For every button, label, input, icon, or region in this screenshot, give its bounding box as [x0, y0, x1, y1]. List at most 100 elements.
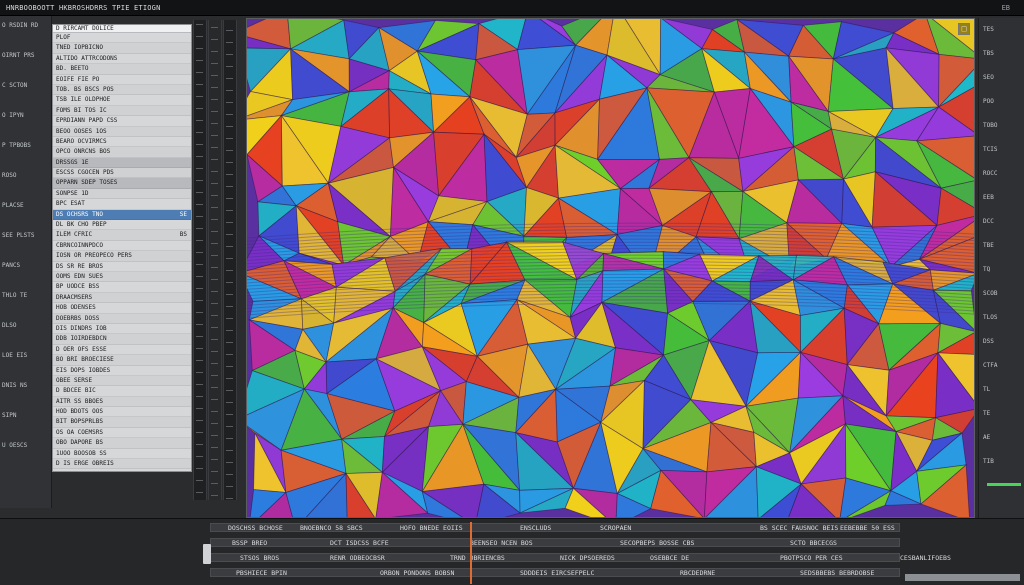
timeline-clip-label[interactable]: EEBEBBE 50 ESS — [840, 524, 895, 532]
list-item[interactable]: ILEM CFRIC BS — [53, 230, 191, 241]
timeline-clip-label[interactable]: SECOPBEPS BOSSE CBS — [620, 539, 694, 547]
list-item[interactable]: SONPSE 1D — [53, 188, 191, 200]
rail-item[interactable]: THLO TE — [2, 292, 27, 299]
list-item[interactable]: PLOF — [53, 33, 191, 44]
timeline-clip-label[interactable]: NICK DPSOEREDS — [560, 554, 615, 562]
rail-item[interactable]: SEE PLSTS — [2, 232, 35, 239]
list-item[interactable]: TSB ILE OLDPHOE — [53, 95, 191, 106]
list-item[interactable]: BEARO OCVIRMCS — [53, 137, 191, 148]
list-item[interactable]: IOSN OR PREOPECO PERS — [53, 251, 191, 262]
list-item[interactable]: BPC ESAT — [53, 199, 191, 210]
list-item[interactable]: TOB. BS BSCS POS — [53, 84, 191, 96]
property-item[interactable]: TE — [983, 410, 990, 417]
list-item[interactable]: BO BRI BROECIESE — [53, 355, 191, 366]
canvas-expand-icon[interactable]: □ — [958, 23, 970, 35]
rail-item[interactable]: O IPYN — [2, 112, 24, 119]
rail-item[interactable]: P TPBOBS — [2, 142, 31, 149]
timeline-clip-label[interactable]: DCT ISDCSS BCFE — [330, 539, 389, 547]
timeline-clip-label[interactable]: RENR ODBEOCBSR — [330, 554, 385, 562]
property-item[interactable]: ROCC — [983, 170, 997, 177]
list-item[interactable]: OS OA COEMSRS — [53, 428, 191, 439]
timeline-panel[interactable]: DOSCHSS BCHOSE BNOEBNCO 58 SBCS HOFO BNEDE… — [0, 518, 1024, 585]
list-item[interactable]: DOEBRBS DOSS — [53, 313, 191, 324]
property-item[interactable]: TOBO — [983, 122, 997, 129]
timeline-clip-label[interactable]: DOSCHSS BCHOSE — [228, 524, 283, 532]
list-item[interactable]: DRSSGS 1E — [53, 157, 191, 169]
rail-item[interactable]: PANCS — [2, 262, 20, 269]
property-item[interactable]: TES — [983, 26, 994, 33]
timeline-clip-label[interactable]: SEDSBBEBS BEBRDOBSE — [800, 569, 874, 577]
system-label[interactable]: EB — [1002, 4, 1010, 12]
property-item[interactable]: AE — [983, 434, 990, 441]
list-item[interactable]: DRAACMSERS — [53, 292, 191, 304]
list-item[interactable]: OPCO ONRCNS BOS — [53, 147, 191, 158]
list-item[interactable]: BP UODCE BSS — [53, 282, 191, 293]
property-item[interactable]: TL — [983, 386, 990, 393]
timeline-clip-label[interactable]: PBOTPSCO PER CES — [780, 554, 843, 562]
rail-item[interactable]: U OESCS — [2, 442, 27, 449]
list-item[interactable]: OPPARN SDEP TOSES — [53, 178, 191, 189]
list-item[interactable]: EIS DOPS IOBDES — [53, 366, 191, 376]
list-item[interactable]: BIT BOPSPRLBS — [53, 417, 191, 428]
timeline-clip-label[interactable]: SDDDEIS EIRCSEFPELC — [520, 569, 594, 577]
list-item[interactable]: HOB ODENSES — [53, 303, 191, 314]
rail-item[interactable]: O RSDIN RD — [2, 22, 38, 29]
timeline-clip-label[interactable]: SCTO BBCECGS — [790, 539, 837, 547]
property-item[interactable]: EEB — [983, 194, 994, 201]
property-item[interactable]: TBS — [983, 50, 994, 57]
polygon-artwork[interactable] — [247, 19, 974, 517]
ruler-strip-3[interactable] — [223, 20, 237, 500]
property-item[interactable]: TCIS — [983, 146, 997, 153]
rail-item[interactable]: C SCTON — [2, 82, 27, 89]
property-item[interactable]: CTFA — [983, 362, 997, 369]
timeline-clip-label[interactable]: PBSHIECE BPIN — [236, 569, 287, 577]
timeline-clip-label[interactable]: BEENSEO NCEN BOS — [470, 539, 533, 547]
list-item[interactable]: AITR SS BBOES — [53, 396, 191, 408]
property-item[interactable]: TLOS — [983, 314, 997, 321]
property-item[interactable]: DSS — [983, 338, 994, 345]
timeline-clip-label[interactable]: OSEBBCE DE — [650, 554, 689, 562]
rail-item[interactable]: OIRNT PRS — [2, 52, 35, 59]
list-item[interactable]: D BDCEE BIC — [53, 386, 191, 397]
list-item[interactable]: DIS DINDRS IOB — [53, 324, 191, 335]
property-item[interactable]: POO — [983, 98, 994, 105]
timeline-clip-label[interactable]: BNOEBNCO 58 SBCS — [300, 524, 363, 532]
list-item[interactable]: 1UOO BOOSOB SS — [53, 449, 191, 460]
list-item[interactable]: D OER OFS ESSE — [53, 345, 191, 356]
timeline-clip-label[interactable]: SCROPAEN — [600, 524, 631, 532]
timeline-clip-label[interactable]: ENSCLUDS — [520, 524, 551, 532]
rail-item[interactable]: PLACSE — [2, 202, 24, 209]
list-item[interactable]: DL BK CHO PBEP — [53, 220, 191, 231]
timeline-scrollbar[interactable] — [905, 574, 1020, 581]
rail-item[interactable]: LOE EIS — [2, 352, 27, 359]
property-item[interactable]: TQ — [983, 266, 990, 273]
list-item[interactable]: FOMS BI TOS IC — [53, 105, 191, 117]
timeline-clip-label[interactable]: CESBANLIFOEBS — [900, 554, 951, 562]
property-item[interactable]: SCOB — [983, 290, 997, 297]
list-item[interactable]: DDB IOIRDEBDCN — [53, 334, 191, 345]
list-item[interactable]: OOMS EDN SUES — [53, 271, 191, 283]
rail-item[interactable]: SIPN — [2, 412, 16, 419]
main-canvas[interactable]: □ — [246, 18, 975, 518]
list-item[interactable]: DS OCHSRS TNO SE — [53, 209, 191, 221]
timeline-clip-label[interactable]: BSSP BREO — [232, 539, 267, 547]
list-item[interactable]: ALTIDO ATTRCODONS — [53, 54, 191, 65]
property-item[interactable]: DCC — [983, 218, 994, 225]
list-item[interactable]: BEOO OOSES 1OS — [53, 126, 191, 137]
timeline-clip-label[interactable]: TRND DBRIENCBS — [450, 554, 505, 562]
rail-item[interactable]: DLSO — [2, 322, 16, 329]
list-item[interactable]: CBRNCOINNPDCO — [53, 241, 191, 252]
list-item[interactable]: TNED IOPBICNO — [53, 43, 191, 54]
list-item[interactable]: EPRDIANN PAPD CSS — [53, 116, 191, 127]
rail-item[interactable]: DNIS NS — [2, 382, 27, 389]
timeline-clip-label[interactable]: HOFO BNEDE EOIIS — [400, 524, 463, 532]
list-item[interactable]: DS SR RE BROS — [53, 262, 191, 272]
property-item[interactable]: TIB — [983, 458, 994, 465]
list-item[interactable]: OBO DAPORE BS — [53, 438, 191, 449]
timeline-clip-label[interactable]: RBCDEDRNE — [680, 569, 715, 577]
list-item[interactable]: D IS ERGE OBREIS — [53, 459, 191, 470]
list-item[interactable]: HOD BDOTS OOS — [53, 407, 191, 418]
property-item[interactable]: TBE — [983, 242, 994, 249]
property-item[interactable]: SEO — [983, 74, 994, 81]
timeline-clip-label[interactable]: ORBON PONDONS BOBSN — [380, 569, 454, 577]
